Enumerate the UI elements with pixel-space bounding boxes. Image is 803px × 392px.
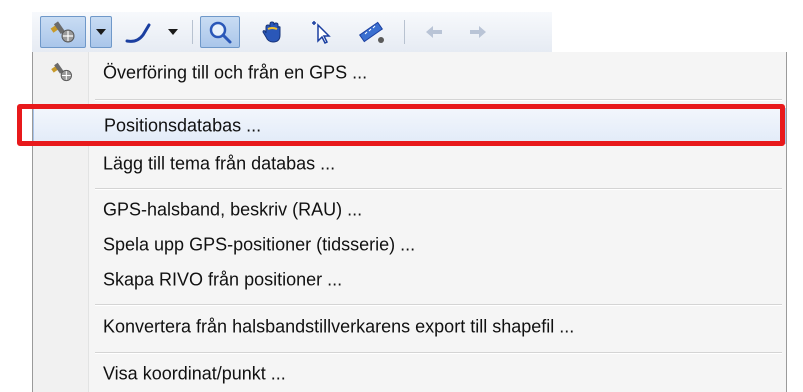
highlight-annotation-box [17,104,785,146]
draw-line-dropdown[interactable] [164,16,182,48]
menu-separator [95,188,782,190]
menu-item-label: Konvertera från halsbandstillverkarens e… [103,316,575,337]
menu-separator [95,304,782,306]
menu-item-label: Skapa RIVO från positioner ... [103,269,343,290]
toolbar-separator [192,20,193,44]
menu-item-label: Lägg till tema från databas ... [103,153,336,174]
back-button[interactable] [416,16,452,48]
toolbar [32,12,552,52]
menu-item-play-gps-positions[interactable]: Spela upp GPS-positioner (tidsserie) ... [33,228,786,262]
menu-item-gps-collar-describe[interactable]: GPS-halsband, beskriv (RAU) ... [33,193,786,227]
draw-line-button[interactable] [120,16,160,48]
forward-arrow-icon [470,26,486,38]
menu-item-add-theme-from-database[interactable]: Lägg till tema från databas ... [33,147,786,181]
menu-item-label: Överföring till och från en GPS ... [103,62,368,83]
menu-item-label: Spela upp GPS-positioner (tidsserie) ... [103,234,416,255]
back-arrow-icon [426,26,442,38]
menu-item-create-rivo[interactable]: Skapa RIVO från positioner ... [33,263,786,297]
gps-dropdown-menu: Överföring till och från en GPS ... Posi… [32,52,787,392]
chevron-down-icon [96,29,106,35]
menu-item-convert-collar-export[interactable]: Konvertera från halsbandstillverkarens e… [33,309,786,345]
menu-separator [95,99,782,101]
gps-tool-button[interactable] [40,16,86,48]
pan-button[interactable] [252,16,292,48]
menu-item-show-coordinate[interactable]: Visa koordinat/punkt ... [33,357,786,391]
gps-satellite-icon [50,21,75,43]
zoom-button[interactable] [200,16,240,48]
measure-ruler-icon [358,21,384,43]
pan-hand-icon [262,21,281,43]
gps-tool-dropdown[interactable] [90,16,112,48]
menu-item-gps-transfer[interactable]: Överföring till och från en GPS ... [33,56,786,90]
zoom-magnifier-icon [209,21,232,44]
gps-satellite-icon [51,62,72,82]
chevron-down-icon [168,29,178,35]
measure-button[interactable] [352,16,392,48]
menu-item-label: GPS-halsband, beskriv (RAU) ... [103,199,363,220]
select-button[interactable] [302,16,342,48]
menu-item-label: Visa koordinat/punkt ... [103,363,286,384]
menu-separator [95,352,782,354]
forward-button[interactable] [460,16,496,48]
screen: Överföring till och från en GPS ... Posi… [0,0,803,392]
pen-line-icon [125,23,151,43]
toolbar-separator [404,20,405,44]
select-arrow-icon [312,21,331,45]
